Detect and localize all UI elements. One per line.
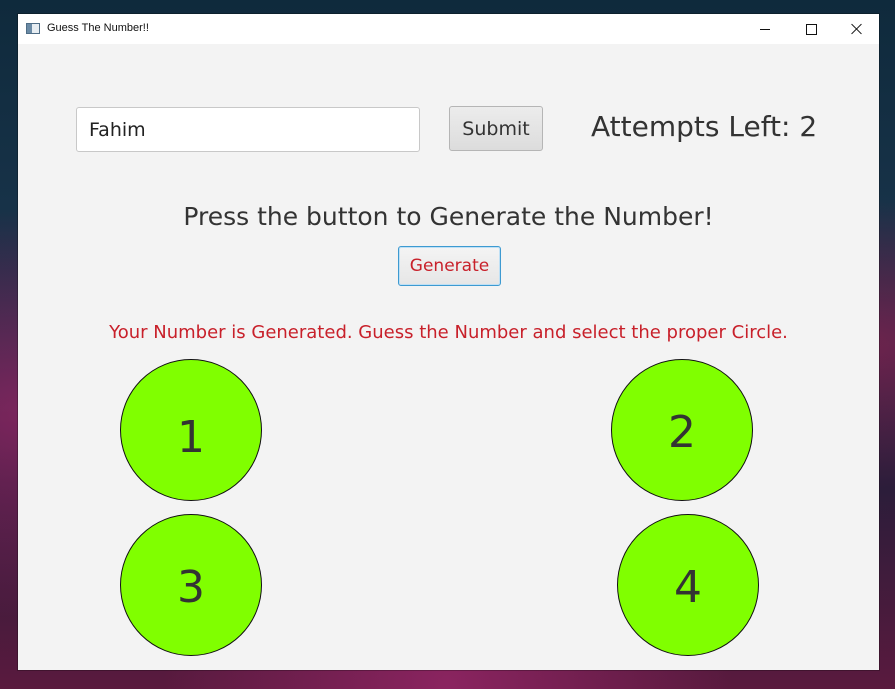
attempts-left-label: Attempts Left: 2: [591, 110, 818, 143]
generate-prompt: Press the button to Generate the Number!: [183, 202, 714, 231]
app-window: Guess The Number!! Submit Attempts Left:…: [18, 14, 879, 670]
title-bar[interactable]: Guess The Number!!: [18, 14, 879, 44]
main-content: Submit Attempts Left: 2 Press the button…: [18, 44, 879, 670]
close-icon: [850, 23, 862, 35]
submit-button[interactable]: Submit: [449, 106, 543, 151]
guess-circle-2[interactable]: 2: [611, 359, 753, 501]
guess-circle-3[interactable]: 3: [120, 514, 262, 656]
circle-label: 2: [668, 406, 696, 458]
maximize-button[interactable]: [788, 14, 834, 44]
window-title: Guess The Number!!: [47, 22, 149, 34]
generate-button[interactable]: Generate: [398, 246, 501, 286]
circle-label: 4: [674, 561, 702, 613]
status-message: Your Number is Generated. Guess the Numb…: [109, 322, 788, 343]
minimize-button[interactable]: [742, 14, 788, 44]
name-input[interactable]: [76, 107, 420, 152]
close-button[interactable]: [833, 14, 879, 44]
minimize-icon: [760, 28, 770, 30]
guess-circle-1[interactable]: 1: [120, 359, 262, 501]
circle-label: 1: [177, 411, 205, 463]
maximize-icon: [805, 23, 817, 35]
circle-label: 3: [177, 561, 205, 613]
app-icon: [26, 23, 40, 34]
guess-circle-4[interactable]: 4: [617, 514, 759, 656]
